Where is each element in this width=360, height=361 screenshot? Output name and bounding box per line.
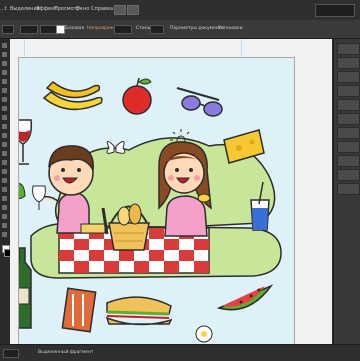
bridge-icon[interactable] <box>114 5 126 15</box>
artboards-panel-icon[interactable] <box>337 183 360 195</box>
menu-item-window[interactable]: Окно <box>76 6 89 12</box>
zoom-tool-icon[interactable] <box>2 232 7 237</box>
document-setup-button[interactable]: Параметры документа <box>170 26 224 31</box>
pen-tool-icon[interactable] <box>2 61 7 66</box>
zoom-select[interactable] <box>3 349 19 358</box>
appearance-panel-icon[interactable] <box>337 141 360 153</box>
layers-panel-icon[interactable] <box>337 169 360 181</box>
control-panel: Базовая Непрозрачность Стиль Параметры д… <box>0 20 360 39</box>
hand-tool-icon[interactable] <box>2 223 7 228</box>
free-transform-tool-icon[interactable] <box>2 142 7 147</box>
symbols-panel-icon[interactable] <box>337 85 360 97</box>
menu-item-0[interactable]: ...t <box>0 6 7 12</box>
leaf <box>10 183 26 200</box>
pencil-tool-icon[interactable] <box>2 106 7 111</box>
selection-tool-icon[interactable] <box>2 43 7 48</box>
eyedropper-tool-icon[interactable] <box>2 187 7 192</box>
wine-bottle <box>12 247 32 329</box>
graphic-styles-panel-icon[interactable] <box>337 155 360 167</box>
stroke-panel-icon[interactable] <box>337 99 360 111</box>
type-tool-icon[interactable] <box>2 70 7 75</box>
docked-panels <box>333 39 360 344</box>
watermelon-slice <box>216 284 274 311</box>
sunglasses <box>176 87 223 117</box>
menu-item-help[interactable]: Справка <box>91 6 113 12</box>
preferences-button[interactable]: Установки <box>218 26 243 31</box>
line-tool-icon[interactable] <box>2 79 7 84</box>
rotate-tool-icon[interactable] <box>2 115 7 120</box>
selection-indicator[interactable] <box>2 25 14 34</box>
opacity-input[interactable] <box>114 25 132 34</box>
graphic-style-select[interactable] <box>150 25 164 34</box>
gradient-tool-icon[interactable] <box>2 178 7 183</box>
direct-selection-tool-icon[interactable] <box>2 52 7 57</box>
status-bar: Выделенный фрагмент <box>0 344 360 361</box>
wine-glass <box>13 119 33 165</box>
artboard[interactable] <box>10 57 295 344</box>
butterfly <box>106 141 126 154</box>
brushes-panel-icon[interactable] <box>337 71 360 83</box>
style-label: Базовая <box>65 26 85 31</box>
fill-swatch[interactable] <box>56 25 65 34</box>
apple <box>122 77 152 115</box>
gradient-panel-icon[interactable] <box>337 113 360 125</box>
slice-tool-icon[interactable] <box>2 214 7 219</box>
color-panel-icon[interactable] <box>337 43 360 55</box>
swatches-panel-icon[interactable] <box>337 57 360 69</box>
scale-tool-icon[interactable] <box>2 124 7 129</box>
search-input[interactable] <box>315 4 355 17</box>
picnic-illustration <box>10 77 282 343</box>
warp-tool-icon[interactable] <box>2 133 7 138</box>
arrange-icon[interactable] <box>127 5 139 15</box>
napkin-cutlery <box>61 287 97 333</box>
boy-wine-glass <box>32 185 46 210</box>
brush-tool-icon[interactable] <box>2 97 7 102</box>
stroke-select[interactable] <box>20 25 38 34</box>
tools-panel <box>0 39 12 344</box>
sandwich <box>105 296 173 326</box>
cheese <box>223 129 265 164</box>
graph-tool-icon[interactable] <box>2 160 7 165</box>
style-short-label: Стиль <box>136 26 151 31</box>
menu-bar: ...t Выделение Эффект Просмотр Окно Спра… <box>0 0 360 21</box>
rectangle-tool-icon[interactable] <box>2 88 7 93</box>
mesh-tool-icon[interactable] <box>2 169 7 174</box>
transparency-panel-icon[interactable] <box>337 127 360 139</box>
status-text: Выделенный фрагмент <box>38 350 94 355</box>
symbol-sprayer-tool-icon[interactable] <box>2 151 7 156</box>
girl-character <box>158 141 212 237</box>
flower <box>195 325 213 343</box>
blend-tool-icon[interactable] <box>2 196 7 201</box>
artboard-tool-icon[interactable] <box>2 205 7 210</box>
document-canvas[interactable] <box>10 39 332 344</box>
